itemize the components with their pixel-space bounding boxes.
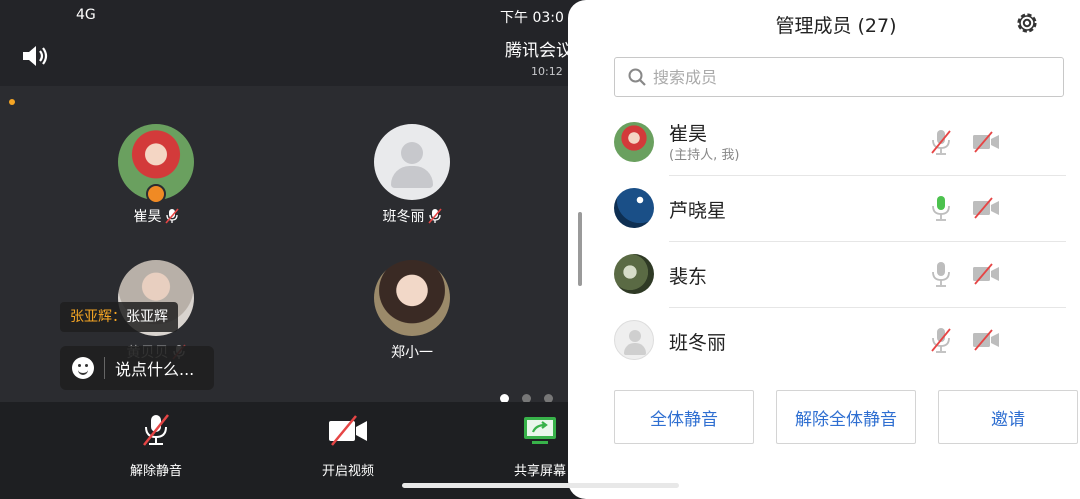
member-row[interactable]: 裴东	[614, 242, 1066, 308]
participant-tile[interactable]: 班冬丽	[342, 124, 482, 226]
default-avatar-icon	[374, 124, 450, 200]
camera-off-icon[interactable]	[972, 328, 1000, 352]
member-role: (主持人, 我)	[669, 148, 740, 163]
member-panel: 管理成员 (27) 崔昊 (主持人, 我)	[568, 0, 1080, 499]
meeting-timer: 10:12	[531, 65, 563, 78]
recording-dot	[9, 99, 15, 105]
divider	[104, 357, 105, 379]
status-time: 下午 03:0	[500, 10, 564, 26]
mic-muted-icon	[427, 208, 442, 224]
unmute-button[interactable]: 解除静音	[106, 412, 206, 479]
screen: 4G 下午 03:0 腾讯会议 10:12 崔昊 班冬丽 郑小一 张亚辉：张亚辉…	[0, 0, 1080, 499]
mic-muted-icon[interactable]	[930, 326, 952, 354]
invite-button[interactable]: 邀请	[938, 390, 1078, 444]
host-badge-icon	[146, 184, 166, 204]
mute-all-button[interactable]: 全体静音	[614, 390, 754, 444]
avatar	[614, 122, 654, 162]
search-icon	[628, 68, 646, 86]
member-name: 崔昊	[669, 123, 708, 145]
member-row[interactable]: 崔昊 (主持人, 我)	[614, 110, 1066, 176]
participant-name: 班冬丽	[382, 209, 425, 225]
participant-name: 郑小一	[391, 345, 433, 361]
emoji-icon[interactable]	[72, 357, 94, 379]
speaker-icon[interactable]	[20, 42, 50, 70]
camera-off-icon[interactable]	[972, 130, 1000, 154]
unmute-all-button[interactable]: 解除全体静音	[776, 390, 916, 444]
mic-muted-icon[interactable]	[930, 128, 952, 156]
avatar	[374, 260, 450, 336]
participant-tile[interactable]: 崔昊	[86, 124, 226, 226]
camera-off-icon[interactable]	[972, 196, 1000, 220]
member-name: 裴东	[669, 266, 708, 288]
camera-off-icon[interactable]	[972, 262, 1000, 286]
mic-icon[interactable]	[930, 260, 952, 288]
chat-placeholder: 说点什么...	[115, 360, 195, 379]
member-row[interactable]: 班冬丽	[614, 308, 1020, 374]
participant-name-row: 郑小一	[391, 342, 433, 362]
meeting-header: 4G 下午 03:0 腾讯会议 10:12	[0, 0, 600, 86]
start-video-button[interactable]: 开启视频	[298, 412, 398, 479]
avatar	[614, 188, 654, 228]
chat-message: 张亚辉	[126, 309, 168, 325]
participant-name: 崔昊	[133, 209, 162, 225]
start-video-label: 开启视频	[321, 464, 374, 479]
camera-off-icon	[329, 415, 367, 446]
member-row[interactable]: 芦晓星	[614, 176, 1066, 242]
member-name: 芦晓星	[669, 200, 727, 222]
participant-name-row: 班冬丽	[383, 206, 442, 226]
home-indicator[interactable]	[402, 483, 679, 488]
share-screen-icon	[524, 417, 556, 444]
meeting-view: 4G 下午 03:0 腾讯会议 10:12 崔昊 班冬丽 郑小一 张亚辉：张亚辉…	[0, 0, 600, 499]
search-input[interactable]	[653, 67, 1033, 87]
mic-muted-icon	[164, 208, 179, 224]
search-box[interactable]	[614, 57, 1064, 97]
participant-tile[interactable]: 郑小一	[342, 260, 482, 362]
network-indicator: 4G	[76, 7, 96, 23]
unmute-label: 解除静音	[129, 464, 182, 479]
default-avatar-icon	[614, 320, 654, 360]
member-name: 班冬丽	[669, 332, 727, 354]
mic-active-icon[interactable]	[930, 194, 952, 222]
chat-sender: 张亚辉：	[70, 309, 126, 325]
participant-name-row: 崔昊	[134, 206, 179, 226]
panel-title: 管理成员 (27)	[775, 15, 897, 37]
chat-input[interactable]: 说点什么...	[60, 346, 214, 390]
meeting-title: 腾讯会议	[505, 41, 573, 61]
mic-muted-icon	[143, 414, 169, 446]
scrollbar[interactable]	[578, 212, 582, 286]
gear-icon[interactable]	[1014, 10, 1040, 36]
chat-bubble: 张亚辉：张亚辉	[60, 302, 178, 332]
avatar	[614, 254, 654, 294]
